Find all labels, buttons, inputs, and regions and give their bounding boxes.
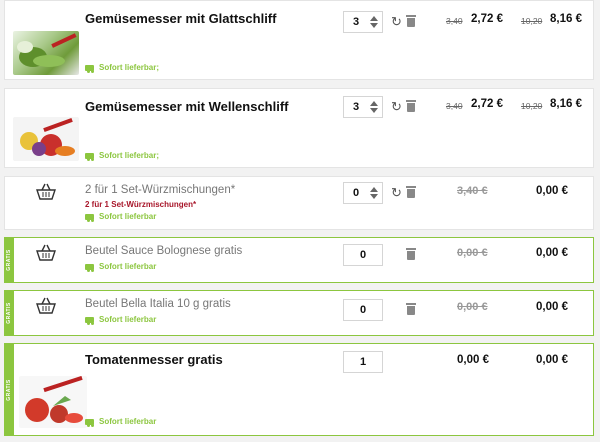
trash-icon[interactable] xyxy=(406,303,416,315)
unit-price: 2,72 € xyxy=(471,13,503,25)
quantity-stepper-icon[interactable] xyxy=(370,16,378,28)
unit-price: 0,00 € xyxy=(457,354,489,366)
cart-item-free: GRATIS Beutel Bella Italia 10 g gratis S… xyxy=(4,290,594,336)
product-title[interactable]: Beutel Sauce Bolognese gratis xyxy=(85,245,242,257)
product-image[interactable] xyxy=(13,117,79,161)
truck-icon xyxy=(85,316,94,325)
trash-icon[interactable] xyxy=(406,15,416,27)
total-price: 8,16 € xyxy=(550,13,582,25)
cart-item: 2 für 1 Set-Würzmischungen* 2 für 1 Set-… xyxy=(4,176,594,230)
quantity-input[interactable]: 0 xyxy=(343,182,383,204)
total-price: 8,16 € xyxy=(550,98,582,110)
gratis-badge: GRATIS xyxy=(4,237,14,283)
cart-item: Gemüsemesser mit Glattschliff Sofort lie… xyxy=(4,0,594,80)
quantity-input[interactable]: 3 xyxy=(343,11,383,33)
product-title[interactable]: Gemüsemesser mit Wellenschliff xyxy=(85,99,289,114)
basket-icon xyxy=(36,244,56,261)
promo-subtitle: 2 für 1 Set-Würzmischungen* xyxy=(85,200,197,209)
availability-status: Sofort lieferbar xyxy=(85,262,156,272)
gratis-badge: GRATIS xyxy=(4,343,14,436)
cart-item-free: GRATIS Tomatenmesser gratis Sofort liefe… xyxy=(4,343,594,436)
total-price: 0,00 € xyxy=(536,247,568,259)
truck-icon xyxy=(85,263,94,272)
product-image[interactable] xyxy=(13,31,79,75)
product-title[interactable]: Beutel Bella Italia 10 g gratis xyxy=(85,298,231,310)
availability-status: Sofort lieferbar; xyxy=(85,151,159,161)
refresh-icon[interactable]: ↻ xyxy=(391,100,403,113)
availability-status: Sofort lieferbar xyxy=(85,212,156,222)
total-price: 0,00 € xyxy=(536,301,568,313)
total-old-price: 10,20 xyxy=(521,16,543,26)
truck-icon xyxy=(85,64,94,73)
product-title[interactable]: Gemüsemesser mit Glattschliff xyxy=(85,11,276,26)
unit-old-price: 3,40 xyxy=(446,101,463,111)
cart-item-free: GRATIS Beutel Sauce Bolognese gratis Sof… xyxy=(4,237,594,283)
cart-item: Gemüsemesser mit Wellenschliff Sofort li… xyxy=(4,88,594,168)
unit-price: 2,72 € xyxy=(471,98,503,110)
basket-icon xyxy=(36,183,56,200)
unit-old-price: 3,40 € xyxy=(457,185,488,197)
total-price: 0,00 € xyxy=(536,185,568,197)
basket-icon xyxy=(36,297,56,314)
truck-icon xyxy=(85,213,94,222)
product-title[interactable]: Tomatenmesser gratis xyxy=(85,352,223,367)
total-price: 0,00 € xyxy=(536,354,568,366)
availability-status: Sofort lieferbar xyxy=(85,417,156,427)
quantity-field: 0 xyxy=(343,299,383,321)
unit-old-price: 0,00 € xyxy=(457,247,488,259)
total-old-price: 10,20 xyxy=(521,101,543,111)
trash-icon[interactable] xyxy=(406,186,416,198)
quantity-field: 0 xyxy=(343,244,383,266)
quantity-stepper-icon[interactable] xyxy=(370,101,378,113)
truck-icon xyxy=(85,418,94,427)
availability-status: Sofort lieferbar xyxy=(85,315,156,325)
quantity-field: 1 xyxy=(343,351,383,373)
trash-icon[interactable] xyxy=(406,248,416,260)
refresh-icon[interactable]: ↻ xyxy=(391,186,403,199)
quantity-input[interactable]: 3 xyxy=(343,96,383,118)
refresh-icon[interactable]: ↻ xyxy=(391,15,403,28)
unit-old-price: 3,40 xyxy=(446,16,463,26)
product-image[interactable] xyxy=(19,376,87,428)
unit-old-price: 0,00 € xyxy=(457,301,488,313)
quantity-stepper-icon[interactable] xyxy=(370,187,378,199)
gratis-badge: GRATIS xyxy=(4,290,14,336)
truck-icon xyxy=(85,152,94,161)
trash-icon[interactable] xyxy=(406,100,416,112)
availability-status: Sofort lieferbar; xyxy=(85,63,159,73)
product-title[interactable]: 2 für 1 Set-Würzmischungen* xyxy=(85,184,235,196)
